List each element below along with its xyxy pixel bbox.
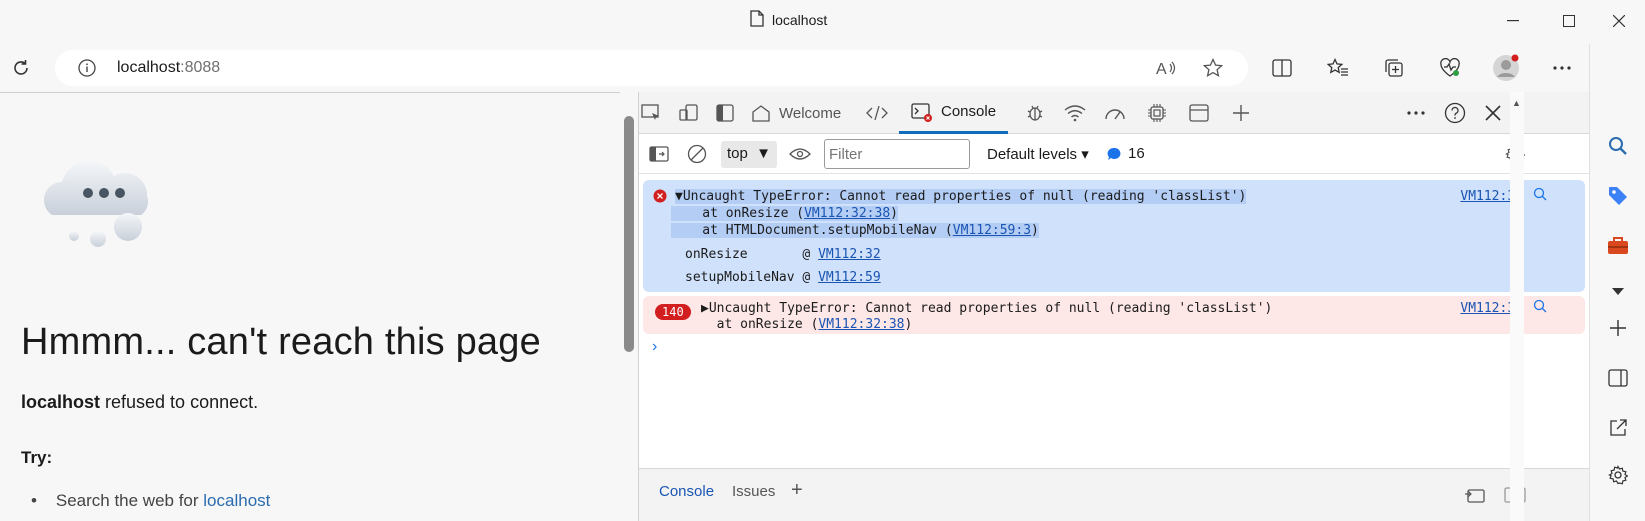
show-sidebar-icon[interactable] — [643, 138, 675, 170]
console-message-selected[interactable]: ▼Uncaught TypeError: Cannot read propert… — [643, 180, 1585, 292]
favorite-star-icon[interactable] — [1197, 52, 1229, 84]
favorites-icon[interactable] — [1322, 52, 1354, 84]
page-heading: Hmmm... can't reach this page — [21, 321, 541, 363]
dropdown-arrow-icon: ▼ — [756, 145, 771, 162]
default-levels-dropdown[interactable]: Default levels ▾ — [987, 145, 1089, 163]
dock-drawer-icon[interactable] — [1459, 479, 1491, 511]
address-bar[interactable]: localhost:8088 A — [55, 50, 1248, 86]
browser-essentials-icon[interactable] — [1434, 52, 1466, 84]
window-title: localhost — [750, 10, 827, 30]
search-magnifier-icon[interactable] — [1533, 187, 1547, 205]
network-wifi-icon[interactable] — [1059, 97, 1091, 129]
message-count-value: 16 — [1128, 145, 1145, 162]
drawer-tab-console[interactable]: Console — [659, 483, 714, 500]
console-toolbar: top ▼ Default levels ▾ 16 — [639, 134, 1590, 174]
read-aloud-icon[interactable]: A — [1150, 52, 1182, 84]
sidebar-tools-icon[interactable] — [1602, 230, 1634, 262]
clear-console-icon[interactable] — [681, 138, 713, 170]
live-expression-eye-icon[interactable] — [784, 138, 816, 170]
sources-bug-icon[interactable] — [1019, 97, 1051, 129]
sidebar-panel-icon[interactable] — [1602, 362, 1634, 394]
sidebar-open-external-icon[interactable] — [1602, 412, 1634, 444]
stack-frame-link-2[interactable]: VM112:59 — [818, 270, 881, 285]
suggestion-item: • Search the web for localhost — [31, 491, 271, 510]
sidebar-expand-chevron-icon[interactable] — [1602, 276, 1634, 308]
drawer-tab-issues[interactable]: Issues — [732, 483, 775, 500]
error2-line-1: ▶Uncaught TypeError: Cannot read propert… — [701, 301, 1273, 316]
device-emulation-icon[interactable] — [673, 97, 705, 129]
performance-gauge-icon[interactable] — [1099, 97, 1131, 129]
error-line-3: at HTMLDocument.setupMobileNav (VM112:59… — [671, 223, 1039, 238]
help-icon[interactable] — [1439, 97, 1471, 129]
message-count[interactable]: 16 — [1107, 145, 1145, 162]
close-devtools-icon[interactable] — [1477, 97, 1509, 129]
stack-link-1[interactable]: VM112:32:38 — [804, 206, 890, 221]
stack-frame-2: setupMobileNav @ VM112:59 — [685, 270, 881, 285]
filter-input[interactable] — [824, 139, 970, 169]
elements-tab-icon[interactable] — [861, 97, 893, 129]
stack-frame-link-1[interactable]: VM112:32 — [818, 247, 881, 262]
scroll-up-arrow-icon[interactable]: ▲ — [1512, 98, 1521, 108]
tab-console[interactable]: Console — [899, 92, 1009, 134]
maximize-button[interactable] — [1546, 6, 1592, 36]
cloud-illustration — [34, 153, 164, 258]
collections-icon[interactable] — [1378, 52, 1410, 84]
memory-chip-icon[interactable] — [1141, 97, 1173, 129]
error-page: Hmmm... can't reach this page localhost … — [0, 92, 620, 521]
search-link[interactable]: localhost — [203, 491, 270, 510]
svg-text:A: A — [1156, 61, 1167, 77]
more-options-icon[interactable] — [1546, 52, 1578, 84]
devtools-more-icon[interactable] — [1400, 97, 1432, 129]
info-icon[interactable] — [71, 52, 103, 84]
console-message-error[interactable]: 140 ▶Uncaught TypeError: Cannot read pro… — [643, 296, 1585, 334]
refresh-icon[interactable] — [5, 52, 37, 84]
minimize-button[interactable] — [1490, 6, 1536, 36]
try-label: Try: — [21, 448, 53, 467]
sidebar-shopping-tag-icon[interactable] — [1602, 180, 1634, 212]
message-bubble-icon — [1107, 147, 1121, 160]
tab-console-label: Console — [941, 103, 997, 120]
context-label: top — [727, 145, 748, 162]
drawer-add-tab-button[interactable]: + — [791, 479, 803, 502]
stack-link-2[interactable]: VM112:59:3 — [953, 223, 1031, 238]
error-line-1: ▼Uncaught TypeError: Cannot read propert… — [675, 189, 1247, 204]
page-scrollbar[interactable] — [620, 92, 638, 521]
dock-side-icon[interactable] — [709, 97, 741, 129]
sidebar-settings-gear-icon[interactable] — [1602, 459, 1634, 491]
stack-link-3[interactable]: VM112:32:38 — [818, 317, 904, 332]
devtools-scrollbar[interactable]: ▲ — [1510, 92, 1524, 521]
console-icon — [911, 102, 932, 122]
application-panel-icon[interactable] — [1183, 97, 1215, 129]
repeat-count-badge: 140 — [655, 304, 691, 320]
devtools-panel: Welcome Console top ▼ Filter Default lev… — [638, 92, 1590, 521]
search-magnifier-icon[interactable] — [1533, 299, 1547, 317]
profile-avatar[interactable] — [1490, 52, 1522, 84]
error-circle-icon — [653, 189, 667, 207]
stack-frame-1: onResize @ VM112:32 — [685, 247, 881, 262]
url-text[interactable]: localhost:8088 — [117, 59, 220, 77]
levels-label: Default levels — [987, 146, 1078, 163]
devtools-drawer: Console Issues + — [639, 468, 1590, 521]
window-title-text: localhost — [772, 12, 828, 28]
address-toolbar: localhost:8088 A — [0, 44, 1645, 92]
title-bar: localhost — [0, 0, 1645, 42]
console-prompt[interactable]: › — [652, 338, 657, 356]
edge-sidebar — [1589, 44, 1645, 521]
sidebar-add-icon[interactable] — [1602, 312, 1634, 344]
scrollbar-thumb[interactable] — [624, 116, 634, 352]
tab-welcome[interactable]: Welcome — [751, 92, 841, 134]
inspect-element-icon[interactable] — [635, 97, 667, 129]
sidebar-search-icon[interactable] — [1602, 130, 1634, 162]
tab-welcome-label: Welcome — [779, 104, 842, 122]
error2-line-2: at onResize (VM112:32:38) — [701, 317, 913, 332]
add-tool-icon[interactable] — [1225, 97, 1257, 129]
document-icon — [750, 10, 764, 30]
split-screen-icon[interactable] — [1266, 52, 1298, 84]
refused-message: localhost refused to connect. — [21, 392, 259, 412]
context-selector[interactable]: top ▼ — [721, 141, 777, 168]
home-icon — [752, 105, 770, 122]
devtools-tabbar: Welcome Console — [639, 92, 1590, 134]
close-window-button[interactable] — [1596, 6, 1642, 36]
error-line-2: at onResize (VM112:32:38) — [671, 206, 898, 221]
